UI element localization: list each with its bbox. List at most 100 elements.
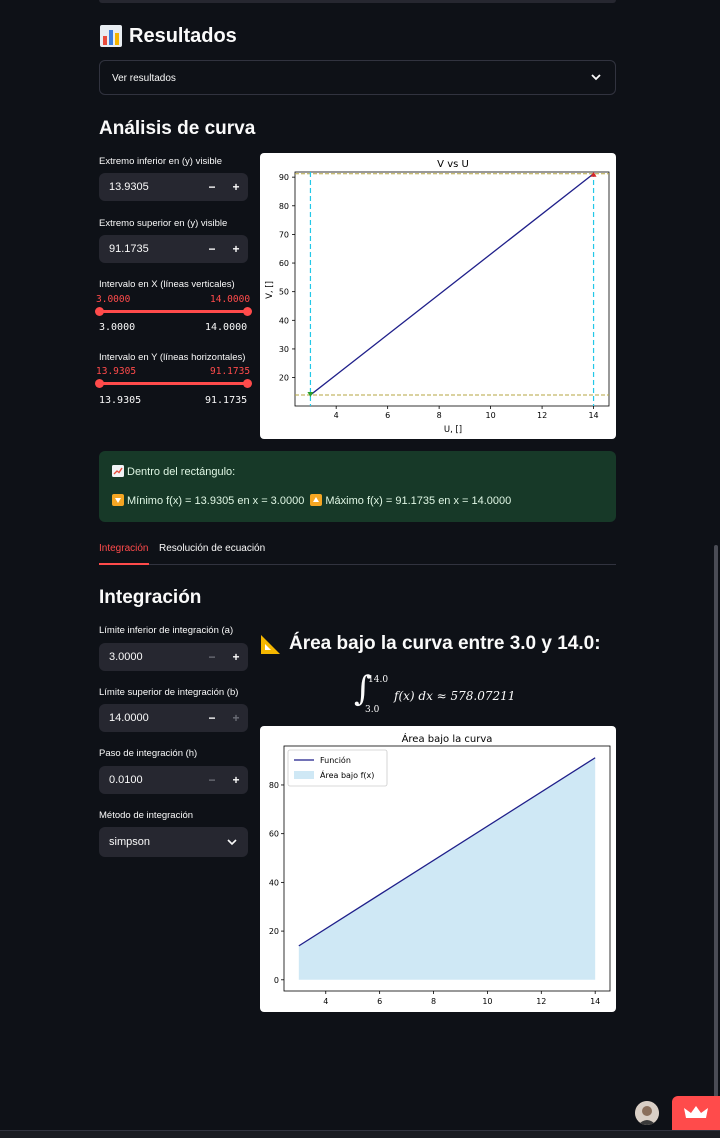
- chart1-y-tick-label: 70: [279, 230, 289, 239]
- x-interval-slider[interactable]: [95, 307, 252, 316]
- x-slider-high-readout: 14.0000: [210, 294, 251, 305]
- v-vs-u-chart-card: V vs U U, [] V, [] 4 6 8 10 12 14 20 30 40 50 60 70…: [260, 153, 616, 439]
- chart1-ylabel: V, []: [265, 281, 275, 299]
- integral-upper-limit: 14.0: [368, 675, 389, 685]
- method-label: Método de integración: [99, 810, 194, 821]
- y-interval-label: Intervalo en Y (líneas horizontales): [99, 352, 246, 363]
- page-scrollbar[interactable]: [714, 545, 718, 1125]
- x-slider-min-label: 3.0000: [99, 322, 136, 333]
- chart2-y-tick-label: 40: [269, 878, 279, 887]
- v-vs-u-chart: V vs U U, [] V, [] 4 6 8 10 12 14 20 30 40 50 60 70…: [265, 159, 610, 435]
- y-slider-high-handle[interactable]: [243, 379, 252, 388]
- crown-icon: [684, 1106, 708, 1118]
- results-expander[interactable]: Ver resultados: [99, 60, 616, 95]
- chart1-x-tick-label: 10: [486, 411, 496, 420]
- limit-b-decrement-button[interactable]: −: [200, 704, 224, 732]
- tab-bar: Integración Resolución de ecuación: [99, 540, 616, 565]
- streamlit-crown-button[interactable]: [672, 1096, 720, 1130]
- active-tab-indicator: [99, 563, 149, 565]
- integral-formula: ∫ 14.0 3.0 f(x) dx ≈ 578.07211: [354, 669, 554, 719]
- chart1-y-tick-label: 60: [279, 259, 289, 268]
- chart2-x-tick-label: 8: [431, 997, 436, 1006]
- chart2-y-tick-label: 80: [269, 781, 279, 790]
- limit-a-value: 3.0000: [109, 651, 143, 663]
- integral-body: f(x) dx ≈ 578.07211: [394, 689, 516, 703]
- area-title: Área bajo la curva entre 3.0 y 14.0:: [289, 633, 601, 654]
- user-avatar-icon: [635, 1101, 659, 1125]
- analysis-title: Análisis de curva: [99, 118, 256, 139]
- chart2-x-tick-label: 4: [323, 997, 328, 1006]
- chart2-y-tick-label: 20: [269, 927, 279, 936]
- x-slider-low-readout: 3.0000: [96, 294, 131, 305]
- chart1-x-tick-label: 8: [437, 411, 442, 420]
- chart2-x-tick-label: 14: [590, 997, 600, 1006]
- chart1-y-tick-label: 80: [279, 202, 289, 211]
- x-slider-high-handle[interactable]: [243, 307, 252, 316]
- area-under-curve-chart: Área bajo la curva 4 6 8 10 12 14 0 20 40 60 80 Fun…: [269, 732, 611, 1006]
- chart2-x-tick-label: 6: [377, 997, 382, 1006]
- y-lower-label: Extremo inferior en (y) visible: [99, 156, 223, 167]
- limit-a-decrement-button[interactable]: −: [200, 643, 224, 671]
- max-value-text: Máximo f(x) = 91.1735 en x = 14.0000: [325, 495, 512, 507]
- rectangle-result-box: Dentro del rectángulo: Mínimo f(x) = 13.…: [99, 451, 616, 522]
- y-lower-increment-button[interactable]: +: [224, 173, 248, 201]
- y-lower-decrement-button[interactable]: −: [200, 173, 224, 201]
- step-h-decrement-button[interactable]: −: [200, 766, 224, 794]
- result-box-title: Dentro del rectángulo:: [127, 466, 236, 478]
- chart1-y-tick-label: 20: [279, 374, 289, 383]
- chart1-x-tick-label: 14: [588, 411, 598, 420]
- chart1-xlabel: U, []: [444, 425, 462, 435]
- limit-b-input[interactable]: 14.0000 − +: [99, 704, 248, 732]
- y-slider-max-label: 91.1735: [205, 395, 248, 406]
- chart2-y-tick-label: 0: [274, 976, 279, 985]
- area-chart-card: Área bajo la curva 4 6 8 10 12 14 0 20 40 60 80 Fun…: [260, 726, 616, 1012]
- chart2-legend-area: Área bajo f(x): [320, 769, 374, 780]
- y-upper-decrement-button[interactable]: −: [200, 235, 224, 263]
- y-upper-value: 91.1735: [109, 243, 149, 255]
- limit-a-increment-button[interactable]: +: [224, 643, 248, 671]
- chart1-title: V vs U: [437, 159, 469, 170]
- min-value-text: Mínimo f(x) = 13.9305 en x = 3.0000: [127, 495, 305, 507]
- down-triangle-button-icon: [112, 494, 124, 506]
- chevron-down-icon: [591, 74, 601, 81]
- expander-label: Ver resultados: [112, 73, 176, 84]
- y-slider-low-readout: 13.9305: [96, 366, 137, 377]
- method-select[interactable]: simpson: [99, 827, 248, 857]
- y-slider-min-label: 13.9305: [99, 395, 142, 406]
- limit-a-input[interactable]: 3.0000 − +: [99, 643, 248, 671]
- y-slider-high-readout: 91.1735: [210, 366, 251, 377]
- step-h-increment-button[interactable]: +: [224, 766, 248, 794]
- chart1-x-tick-label: 6: [385, 411, 390, 420]
- limit-a-label: Límite inferior de integración (a): [99, 625, 234, 636]
- y-upper-label: Extremo superior en (y) visible: [99, 218, 228, 229]
- y-lower-input[interactable]: 13.9305 − +: [99, 173, 248, 201]
- step-h-value: 0.0100: [109, 774, 143, 786]
- integral-lower-limit: 3.0: [365, 705, 380, 715]
- y-upper-input[interactable]: 91.1735 − +: [99, 235, 248, 263]
- step-h-input[interactable]: 0.0100 − +: [99, 766, 248, 794]
- chart2-x-tick-label: 12: [536, 997, 546, 1006]
- y-interval-slider[interactable]: [95, 379, 252, 388]
- limit-b-value: 14.0000: [109, 712, 149, 724]
- tab-resolucion-de-ecuacion[interactable]: Resolución de ecuación: [159, 543, 265, 554]
- y-lower-value: 13.9305: [109, 181, 149, 193]
- chart1-y-tick-label: 50: [279, 288, 289, 297]
- limit-b-label: Límite superior de integración (b): [99, 687, 239, 698]
- tab-integracion[interactable]: Integración: [99, 543, 148, 554]
- chart2-x-tick-label: 10: [482, 997, 492, 1006]
- bar-chart-icon: [100, 25, 122, 47]
- avatar[interactable]: [635, 1101, 659, 1125]
- chart1-y-tick-label: 40: [279, 316, 289, 325]
- x-slider-low-handle[interactable]: [95, 307, 104, 316]
- y-slider-low-handle[interactable]: [95, 379, 104, 388]
- step-h-label: Paso de integración (h): [99, 748, 198, 759]
- up-triangle-button-icon: [310, 494, 323, 506]
- triangular-ruler-icon: [261, 635, 280, 654]
- result-box-title-row: Dentro del rectángulo:: [112, 465, 235, 478]
- integration-title: Integración: [99, 587, 202, 608]
- y-upper-increment-button[interactable]: +: [224, 235, 248, 263]
- limit-b-increment-button[interactable]: +: [224, 704, 248, 732]
- chart1-x-tick-label: 12: [537, 411, 547, 420]
- x-slider-max-label: 14.0000: [205, 322, 248, 333]
- chart1-y-tick-label: 90: [279, 173, 289, 182]
